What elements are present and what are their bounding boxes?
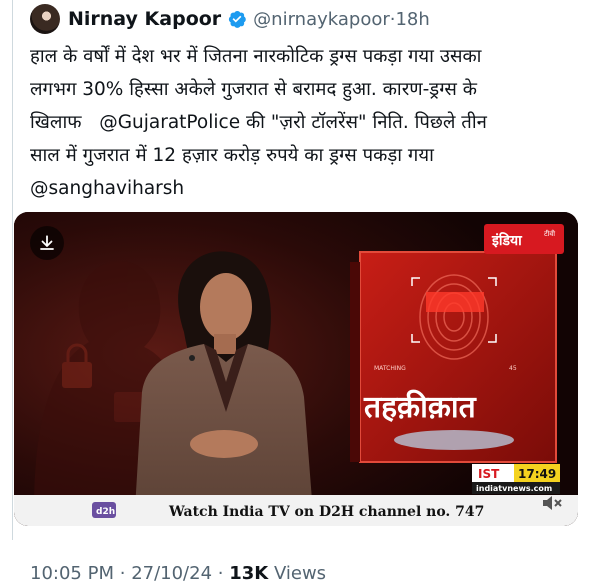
clock-time: 17:49 — [518, 467, 556, 481]
panel-label-right: 45 — [509, 365, 517, 372]
views-count: 13K — [229, 563, 269, 584]
tweet-line-3-start: खिलाफ — [30, 112, 82, 133]
tweet-line-2: लगभग 30% हिस्सा अकेले गुजरात से बरामद हु… — [30, 79, 478, 100]
tweet-line-1: हाल के वर्षों में देश भर में जितना नारको… — [30, 46, 482, 67]
tweet-line-3: खिलाफ @GujaratPolice की "ज़रो टॉलरेंस" न… — [30, 106, 575, 139]
footer-separator-1: · — [119, 563, 126, 584]
ticker-bar: d2h Watch India TV on D2H channel no. 74… — [14, 495, 578, 526]
post-time[interactable]: 10:05 PM — [30, 563, 114, 584]
channel-logo-suffix: टीवी — [544, 229, 555, 238]
tweet-footer: 10:05 PM · 27/10/24 · 13K Views — [30, 563, 326, 584]
download-button[interactable] — [30, 226, 64, 260]
footer-separator-2: · — [217, 563, 224, 584]
views-label: Views — [273, 563, 327, 584]
tweet-time[interactable]: 18h — [395, 9, 429, 30]
mention-gujaratpolice[interactable]: @GujaratPolice — [99, 112, 240, 133]
tweet-line-4: साल में गुजरात में 12 हज़ार करोड़ रुपये … — [30, 145, 434, 166]
verified-badge-icon — [229, 10, 246, 28]
tweet-text: हाल के वर्षों में देश भर में जितना नारको… — [30, 40, 575, 205]
clock-zone: IST — [478, 467, 500, 481]
clock-overlay: IST 17:49 indiatvnews.com — [472, 464, 560, 494]
tweet-header: Nirnay Kapoor @nirnaykapoor · 18h — [30, 2, 430, 36]
download-icon — [40, 235, 54, 250]
tweet-line-3-end: की "ज़रो टॉलरेंस" निति. पिछले तीन — [245, 112, 487, 133]
ticker-text: Watch India TV on D2H channel no. 747 — [168, 504, 484, 520]
tweet-video[interactable]: MATCHING 45 तहक़ीक़ात इंडिया टीवी IST 17… — [14, 212, 578, 526]
ticker-badge: d2h — [96, 507, 115, 517]
channel-logo: इंडिया टीवी — [484, 224, 564, 254]
speaker-mute-icon[interactable] — [540, 492, 564, 514]
post-date[interactable]: 27/10/24 — [131, 563, 212, 584]
mention-sanghaviharsh[interactable]: @sanghaviharsh — [30, 172, 575, 205]
panel-label-left: MATCHING — [374, 365, 406, 372]
avatar[interactable] — [30, 4, 60, 34]
thread-line — [12, 0, 13, 540]
author-handle[interactable]: @nirnaykapoor — [253, 9, 390, 30]
channel-logo-text: इंडिया — [491, 232, 523, 249]
author-name[interactable]: Nirnay Kapoor — [68, 8, 221, 30]
tahqiqat-panel: MATCHING 45 तहक़ीक़ात — [350, 251, 557, 463]
show-title: तहक़ीक़ात — [363, 389, 478, 425]
